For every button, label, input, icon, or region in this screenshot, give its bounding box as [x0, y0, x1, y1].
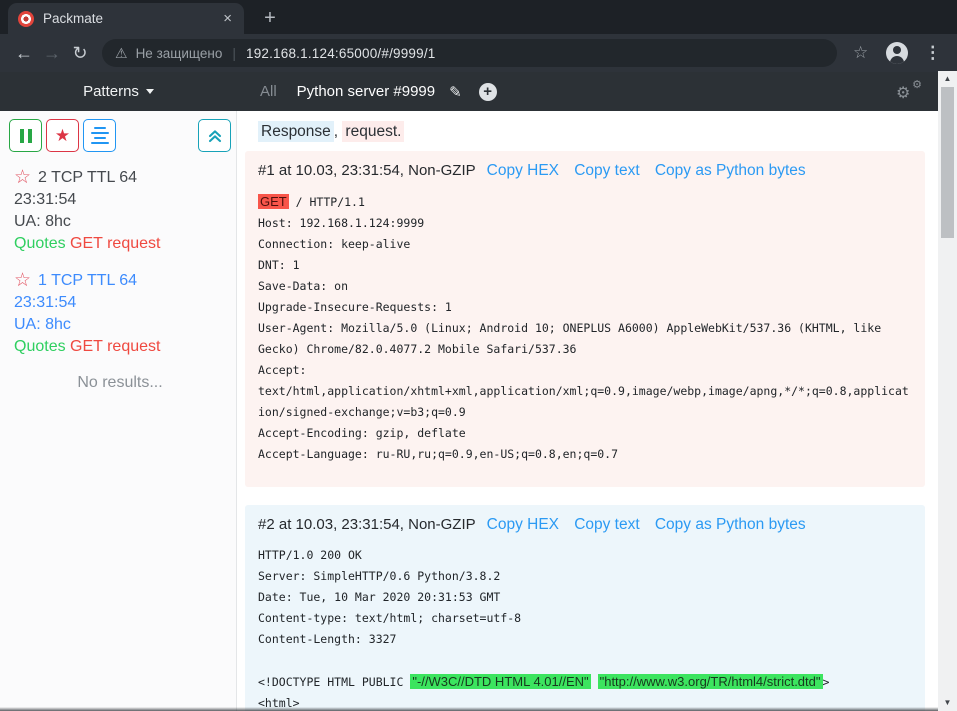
packet-ua: UA: 8hc [14, 211, 236, 233]
match-quotes: Quotes [14, 235, 66, 252]
page-scrollbar[interactable]: ▲ ▼ [938, 71, 957, 711]
edit-pattern-icon[interactable]: ✎ [449, 83, 462, 101]
match-request: request. [342, 121, 404, 142]
packet-ua: UA: 8hc [14, 314, 236, 336]
reload-icon[interactable]: ↻ [66, 43, 94, 64]
settings-gears-icon[interactable]: ⚙ ⚙ [896, 81, 922, 103]
packet-card-header: #1 at 10.03, 23:31:54, Non-GZIP Copy HEX… [258, 161, 912, 181]
align-lines-icon [91, 124, 109, 147]
no-results-label: No results... [9, 374, 231, 392]
security-label[interactable]: Не защищено [136, 46, 223, 61]
copy-python-bytes-link[interactable]: Copy as Python bytes [655, 162, 806, 179]
favorite-star-icon[interactable]: ☆ [14, 168, 31, 188]
packet-time: 23:31:54 [14, 189, 236, 211]
packet-matches: Quotes GET request [14, 233, 236, 255]
patterns-label: Patterns [83, 83, 139, 100]
packet-title: 1 TCP TTL 64 [38, 270, 137, 292]
double-chevron-up-icon [207, 128, 223, 144]
bookmark-star-icon[interactable]: ☆ [853, 43, 868, 63]
favorite-star-icon[interactable]: ☆ [14, 271, 31, 291]
copy-text-link[interactable]: Copy text [574, 162, 639, 179]
tab-close-icon[interactable]: × [221, 11, 234, 26]
tab-title: Packmate [43, 11, 221, 26]
match-summary: Response, request. [258, 123, 957, 141]
match-get-request: GET request [70, 235, 160, 252]
collapse-sidebar-button[interactable] [198, 119, 231, 152]
patterns-header-bar: Patterns All Python server #9999 ✎ + ⚙ ⚙ [0, 72, 938, 111]
window-bottom-edge [0, 707, 938, 711]
address-bar[interactable]: ⚠ Не защищено | 192.168.1.124:65000/#/99… [102, 39, 837, 67]
pattern-filter-button[interactable] [83, 119, 116, 152]
browser-tab-strip: Packmate × + [0, 0, 957, 34]
pause-capture-button[interactable] [9, 119, 42, 152]
browser-menu-icon[interactable]: ⋮ [924, 43, 941, 63]
packet-detail-pane: Response, request. #1 at 10.03, 23:31:54… [237, 111, 957, 711]
add-pattern-icon[interactable]: + [479, 83, 497, 101]
scrollbar-thumb[interactable] [941, 87, 954, 238]
tab-python-server[interactable]: Python server #9999 [297, 83, 435, 100]
sidebar-toolbar: ★ [9, 119, 236, 152]
copy-text-link[interactable]: Copy text [574, 516, 639, 533]
browser-toolbar: ← → ↻ ⚠ Не защищено | 192.168.1.124:6500… [0, 34, 957, 72]
packet-body: GET / HTTP/1.1 Host: 192.168.1.124:9999 … [258, 191, 910, 465]
copy-hex-link[interactable]: Copy HEX [487, 162, 559, 179]
packet-meta: #1 at 10.03, 23:31:54, Non-GZIP [258, 161, 476, 181]
packet-list-sidebar: ★ ☆ 2 TCP TTL 64 23:31:54 UA: 8hc Quotes [0, 111, 237, 711]
tab-all[interactable]: All [260, 83, 277, 100]
scroll-up-arrow-icon[interactable]: ▲ [938, 71, 957, 87]
pause-icon [20, 129, 32, 143]
packet-title: 2 TCP TTL 64 [38, 167, 137, 189]
packet-time: 23:31:54 [14, 292, 236, 314]
security-warning-icon[interactable]: ⚠ [115, 45, 128, 62]
copy-python-bytes-link[interactable]: Copy as Python bytes [655, 516, 806, 533]
match-response: Response [258, 121, 334, 142]
forward-icon[interactable]: → [38, 43, 66, 64]
copy-links: Copy HEX Copy text Copy as Python bytes [476, 515, 806, 535]
new-tab-button[interactable]: + [258, 7, 282, 31]
packet-list-item-selected[interactable]: ☆ 1 TCP TTL 64 23:31:54 UA: 8hc Quotes G… [9, 270, 236, 358]
star-icon: ★ [55, 126, 70, 146]
packet-card-header: #2 at 10.03, 23:31:54, Non-GZIP Copy HEX… [258, 515, 912, 535]
packet-body: HTTP/1.0 200 OK Server: SimpleHTTP/0.6 P… [258, 545, 910, 711]
scroll-down-arrow-icon[interactable]: ▼ [938, 695, 957, 711]
profile-avatar[interactable] [886, 42, 908, 64]
content-area: ★ ☆ 2 TCP TTL 64 23:31:54 UA: 8hc Quotes [0, 111, 957, 711]
chevron-down-icon [146, 89, 154, 94]
match-quotes: Quotes [14, 338, 66, 355]
back-icon[interactable]: ← [10, 43, 38, 64]
patterns-dropdown[interactable]: Patterns [0, 83, 237, 100]
match-get-request: GET request [70, 338, 160, 355]
favorites-filter-button[interactable]: ★ [46, 119, 79, 152]
address-divider: | [232, 45, 236, 61]
packet-card-response: #2 at 10.03, 23:31:54, Non-GZIP Copy HEX… [245, 505, 925, 711]
packet-list-item[interactable]: ☆ 2 TCP TTL 64 23:31:54 UA: 8hc Quotes G… [9, 167, 236, 255]
packet-card-request: #1 at 10.03, 23:31:54, Non-GZIP Copy HEX… [245, 151, 925, 487]
copy-links: Copy HEX Copy text Copy as Python bytes [476, 161, 806, 181]
copy-hex-link[interactable]: Copy HEX [487, 516, 559, 533]
packmate-favicon-icon [18, 11, 34, 27]
packet-meta: #2 at 10.03, 23:31:54, Non-GZIP [258, 515, 476, 535]
browser-tab-packmate[interactable]: Packmate × [8, 3, 244, 34]
url-text[interactable]: 192.168.1.124:65000/#/9999/1 [246, 46, 436, 61]
packet-matches: Quotes GET request [14, 336, 236, 358]
